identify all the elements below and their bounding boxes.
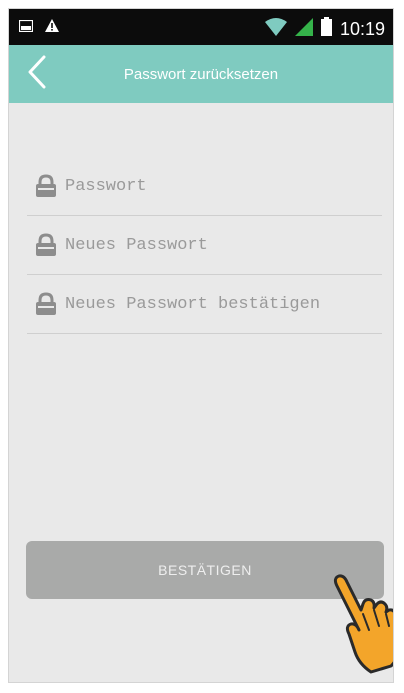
chevron-left-icon [28, 55, 46, 94]
screenshot-icon [18, 19, 34, 37]
confirm-password-input[interactable] [65, 294, 365, 314]
confirm-password-field [27, 275, 382, 334]
back-button[interactable] [17, 53, 57, 95]
lock-icon [33, 232, 59, 258]
password-form [27, 157, 382, 334]
current-password-field [27, 157, 382, 216]
lock-icon [33, 291, 59, 317]
tapping-hand-icon [327, 564, 393, 674]
lock-icon [33, 173, 59, 199]
signal-icon [294, 17, 313, 41]
status-bar: 10:19 [9, 9, 393, 45]
status-time: 10:19 [339, 18, 385, 39]
new-password-input[interactable] [65, 235, 365, 255]
new-password-field [27, 216, 382, 275]
phone-screen: 10:19 Passwort zurücksetzen BESTÄTIGEN [8, 8, 394, 683]
wifi-icon [264, 17, 287, 41]
current-password-input[interactable] [65, 176, 365, 196]
page-title: Passwort zurücksetzen [123, 65, 279, 83]
battery-icon [320, 17, 332, 41]
warning-icon [45, 19, 59, 37]
title-bar: Passwort zurücksetzen [9, 45, 393, 103]
